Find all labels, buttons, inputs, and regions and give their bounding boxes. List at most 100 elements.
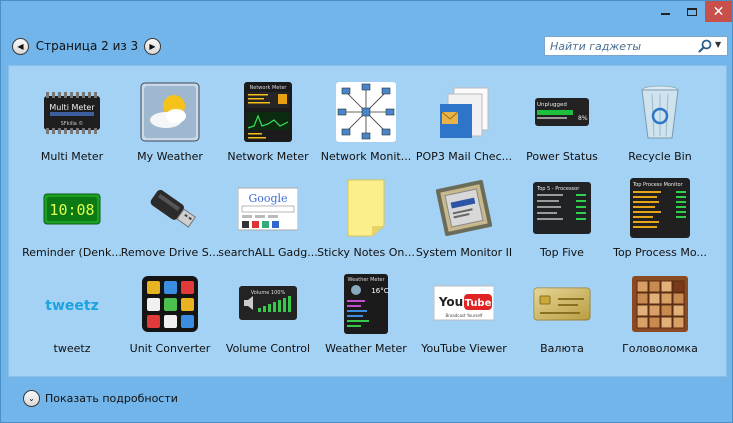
search-dropdown-icon[interactable]: ▼: [715, 40, 725, 52]
google-word: Google: [248, 192, 287, 205]
gadget-label: YouTube Viewer: [421, 342, 507, 355]
gadget-grid: Multi Meter SFkilla © Multi Meter My Wea…: [8, 65, 727, 377]
gadget-currency[interactable]: Валюта: [512, 266, 612, 362]
show-details-label[interactable]: Показать подробности: [45, 392, 178, 405]
gadget-label: Top Five: [540, 246, 584, 259]
gadget-gallery-window: ✕ ◀ Страница 2 из 3 ▶ ▼ Multi Meter SFki…: [0, 0, 733, 423]
volume-title: Volume 100%: [251, 290, 286, 296]
top-process-title: Top Process Monitor: [632, 182, 684, 188]
puzzle-icon: [630, 274, 690, 334]
gadget-power-status[interactable]: Unplugged 8% Power Status: [512, 74, 612, 170]
minimize-button[interactable]: [652, 1, 679, 22]
gadget-label: My Weather: [137, 150, 203, 163]
title-bar[interactable]: ✕: [1, 1, 732, 27]
weather-meter-title: Weather Meter: [347, 277, 385, 283]
sticky-note-icon: [336, 178, 396, 238]
gadget-recycle-bin[interactable]: Recycle Bin: [610, 74, 710, 170]
recycle-bin-icon: [630, 82, 690, 142]
top-five-icon: Top 5 - Processor: [532, 178, 592, 238]
gadget-label: Recycle Bin: [628, 150, 692, 163]
multi-meter-brand: SFkilla ©: [61, 120, 84, 127]
chevron-left-icon: ◀: [17, 42, 24, 51]
google-search-icon: Google: [238, 178, 298, 238]
gadget-label: Power Status: [526, 150, 598, 163]
power-title: Unplugged: [537, 102, 567, 108]
digital-clock-icon: 10:08: [42, 178, 102, 238]
maximize-button[interactable]: [679, 1, 705, 22]
unit-converter-icon: [140, 274, 200, 334]
top-process-icon: Top Process Monitor: [630, 178, 690, 238]
multi-meter-icon: Multi Meter SFkilla ©: [42, 82, 102, 142]
minimize-icon: [661, 12, 670, 15]
cpu-chip-icon: [434, 178, 494, 238]
chevron-right-icon: ▶: [149, 42, 156, 51]
youtube-tube: Tube: [465, 298, 492, 309]
gadget-searchall[interactable]: Google searchALL Gadg...: [218, 170, 318, 266]
currency-card-icon: [532, 274, 592, 334]
gadget-system-monitor[interactable]: System Monitor II: [414, 170, 514, 266]
gadget-remove-drive[interactable]: Remove Drive S...: [120, 170, 220, 266]
close-button[interactable]: ✕: [705, 1, 732, 22]
close-icon: ✕: [712, 3, 725, 20]
gadget-youtube-viewer[interactable]: You Tube Broadcast Yourself YouTube View…: [414, 266, 514, 362]
gadget-network-meter[interactable]: Network Meter Network Meter: [218, 74, 318, 170]
usb-drive-icon: [140, 178, 200, 238]
gadget-pop3-mail-checker[interactable]: POP3 Mail Chec...: [414, 74, 514, 170]
youtube-icon: You Tube Broadcast Yourself: [434, 274, 494, 334]
reminder-time: 10:08: [49, 201, 94, 219]
network-meter-title: Network Meter: [250, 85, 288, 91]
prev-page-button[interactable]: ◀: [12, 38, 29, 55]
gadget-volume-control[interactable]: Volume 100% Volume Control: [218, 266, 318, 362]
gadget-label: Multi Meter: [40, 150, 104, 163]
gadget-label: POP3 Mail Chec...: [415, 150, 513, 163]
gadget-top-process-monitor[interactable]: Top Process Monitor Top Process Mo...: [610, 170, 710, 266]
search-icon[interactable]: [697, 38, 713, 54]
next-page-button[interactable]: ▶: [144, 38, 161, 55]
weather-icon: [140, 82, 200, 142]
gadget-reminder[interactable]: 10:08 Reminder (Denk...: [22, 170, 122, 266]
gadget-label: Top Process Mo...: [613, 246, 707, 259]
gadget-label: Reminder (Denk...: [22, 246, 122, 259]
gadget-my-weather[interactable]: My Weather: [120, 74, 220, 170]
network-meter-icon: Network Meter: [238, 82, 298, 142]
search-input[interactable]: [550, 38, 695, 54]
top-five-title: Top 5 - Processor: [536, 186, 580, 192]
weather-meter-icon: Weather Meter 16°C: [336, 274, 396, 334]
gadget-label: Unit Converter: [129, 342, 211, 355]
mail-icon: [434, 82, 494, 142]
gadget-tweetz[interactable]: tweetz tweetz: [22, 266, 122, 362]
gadget-label: System Monitor II: [415, 246, 513, 259]
multi-meter-title: Multi Meter: [49, 103, 95, 112]
gadget-label: Network Monit...: [320, 150, 412, 163]
page-indicator: Страница 2 из 3: [35, 39, 139, 53]
gadget-label: Sticky Notes On...: [317, 246, 415, 259]
gadget-label: Weather Meter: [325, 342, 407, 355]
gadget-network-monitor[interactable]: Network Monit...: [316, 74, 416, 170]
gadget-label: Remove Drive S...: [120, 246, 220, 259]
gadget-weather-meter[interactable]: Weather Meter 16°C Weather Meter: [316, 266, 416, 362]
maximize-icon: [687, 7, 697, 16]
gadget-label: tweetz: [53, 342, 91, 355]
gadget-top-five[interactable]: Top 5 - Processor Top Five: [512, 170, 612, 266]
gadget-label: searchALL Gadg...: [218, 246, 318, 259]
gadget-multi-meter[interactable]: Multi Meter SFkilla © Multi Meter: [22, 74, 122, 170]
volume-icon: Volume 100%: [238, 274, 298, 334]
gadget-label: Валюта: [540, 342, 584, 355]
search-box: ▼: [544, 36, 728, 56]
network-monitor-icon: [336, 82, 396, 142]
show-details-button[interactable]: ⌄: [23, 390, 40, 407]
gadget-unit-converter[interactable]: Unit Converter: [120, 266, 220, 362]
gadget-puzzle[interactable]: Головоломка: [610, 266, 710, 362]
youtube-tagline: Broadcast Yourself: [446, 313, 484, 318]
gadget-label: Network Meter: [227, 150, 309, 163]
gadget-label: Головоломка: [622, 342, 698, 355]
weather-meter-temp: 16°C: [371, 287, 388, 295]
gadget-sticky-notes[interactable]: Sticky Notes On...: [316, 170, 416, 266]
chevron-down-icon: ⌄: [28, 394, 35, 403]
tweetz-word: tweetz: [45, 298, 98, 314]
power-percent: 8%: [578, 115, 588, 122]
tweetz-icon: tweetz: [42, 274, 102, 334]
youtube-you: You: [438, 295, 463, 309]
gadget-label: Volume Control: [225, 342, 311, 355]
battery-icon: Unplugged 8%: [532, 82, 592, 142]
